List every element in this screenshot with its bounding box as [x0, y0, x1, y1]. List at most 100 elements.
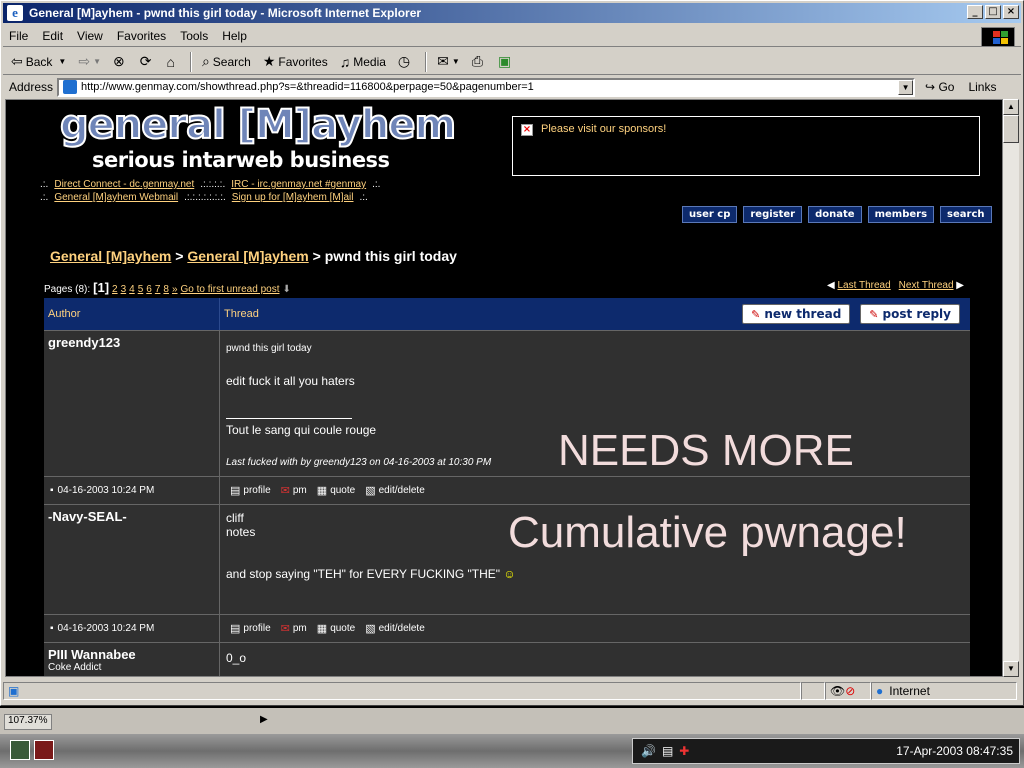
quote-button[interactable]: ▦ quote	[317, 484, 355, 497]
mail-signup-link[interactable]: Sign up for [M]ayhem [M]ail	[232, 191, 354, 204]
home-button[interactable]: ⌂	[166, 54, 177, 70]
page-link[interactable]: 4	[129, 284, 135, 295]
windows-flag-icon	[981, 27, 1015, 47]
edit-icon: ▧	[365, 485, 376, 497]
current-page: [1]	[93, 280, 110, 295]
quote-button[interactable]: ▦ quote	[317, 622, 355, 635]
user-cp-button[interactable]: user cp	[682, 206, 738, 223]
scroll-thumb[interactable]	[1003, 115, 1019, 143]
zoom-level: 107.37%	[4, 714, 52, 730]
pm-icon: ✉	[280, 485, 290, 497]
menu-edit[interactable]: Edit	[42, 29, 63, 43]
register-button[interactable]: register	[743, 206, 803, 223]
quote-icon: ▦	[316, 485, 328, 497]
menu-view[interactable]: View	[77, 29, 103, 43]
profile-button[interactable]: ▤ profile	[230, 484, 271, 497]
page-viewport: general [M]ayhem serious intarweb busine…	[5, 99, 1003, 677]
app-icon[interactable]	[34, 740, 54, 760]
maximize-button[interactable]: □	[985, 5, 1001, 19]
post-footer: ▪ 04-16-2003 10:24 PM ▤ profile ✉ pm ▦ quote…	[44, 476, 970, 504]
profile-icon: ▤	[230, 623, 241, 635]
page-link[interactable]: 6	[146, 284, 152, 295]
address-input[interactable]: http://www.genmay.com/showthread.php?s=&…	[57, 77, 916, 97]
network-icon[interactable]: ▤	[662, 744, 673, 758]
direct-connect-link[interactable]: Direct Connect - dc.genmay.net	[54, 178, 194, 191]
new-thread-button[interactable]: ✎ new thread	[742, 304, 851, 324]
author-name[interactable]: PIII Wannabee	[48, 647, 215, 662]
stop-button[interactable]: ⊗	[113, 53, 128, 70]
address-dropdown-icon[interactable]: ▼	[898, 79, 914, 95]
links-button[interactable]: Links	[968, 80, 996, 94]
donate-button[interactable]: donate	[808, 206, 862, 223]
lite-button[interactable]: ▣	[498, 53, 514, 70]
zoom-play-icon[interactable]: ▶	[260, 714, 268, 725]
post-icon: ▪	[50, 623, 54, 634]
page-link[interactable]: 5	[138, 284, 144, 295]
clock: 17-Apr-2003 08:47:35	[896, 744, 1013, 758]
edit-delete-button[interactable]: ▧ edit/delete	[365, 484, 425, 497]
sponsor-banner[interactable]: × Please visit our sponsors!	[512, 116, 980, 176]
privacy-status[interactable]: 👁 ⊘	[825, 682, 871, 700]
menu-file[interactable]: File	[9, 29, 28, 43]
post-author-cell: -Navy-SEAL-	[44, 505, 220, 614]
print-button[interactable]: ⎙	[472, 53, 486, 70]
page-icon	[63, 80, 78, 94]
scroll-down-icon[interactable]: ▼	[1003, 661, 1019, 677]
media-button[interactable]: ♫ Media	[340, 54, 386, 70]
post-author-cell: greendy123	[44, 331, 220, 476]
vertical-scrollbar[interactable]: ▲ ▼	[1003, 99, 1019, 677]
menu-tools[interactable]: Tools	[180, 29, 208, 43]
home-icon: ⌂	[166, 53, 175, 70]
page-link[interactable]: 2	[112, 284, 118, 295]
last-thread-link[interactable]: Last Thread	[837, 280, 890, 291]
back-dropdown-icon[interactable]: ▼	[58, 57, 66, 66]
volume-icon[interactable]: 🔊	[641, 744, 656, 758]
close-button[interactable]: ×	[1003, 5, 1019, 19]
pm-button[interactable]: ✉ pm	[281, 622, 307, 635]
globe-icon: ●	[876, 684, 884, 698]
edit-delete-button[interactable]: ▧ edit/delete	[365, 622, 425, 635]
thread-header: Author Thread ✎ new thread ✎ post reply	[44, 298, 970, 330]
breadcrumb-home-link[interactable]: General [M]ayhem	[50, 248, 171, 264]
profile-button[interactable]: ▤ profile	[230, 622, 271, 635]
forward-dropdown-icon[interactable]: ▼	[93, 57, 101, 66]
favorites-button[interactable]: ★ Favorites	[263, 53, 328, 70]
stop-icon: ⊗	[113, 53, 125, 69]
members-button[interactable]: members	[867, 206, 935, 223]
page-next-link[interactable]: »	[172, 284, 178, 295]
forward-button[interactable]: ⇨ ▼	[78, 53, 101, 70]
antivirus-icon[interactable]: ✚	[679, 744, 689, 758]
page-link[interactable]: 3	[121, 284, 127, 295]
refresh-button[interactable]: ⟳	[140, 53, 155, 70]
author-name[interactable]: -Navy-SEAL-	[48, 509, 215, 524]
breadcrumb-forum-link[interactable]: General [M]ayhem	[187, 248, 308, 264]
down-arrow-icon: ⬇	[282, 284, 291, 295]
mail-button[interactable]: ✉ ▼	[437, 53, 460, 70]
go-button[interactable]: ↪ Go	[925, 80, 954, 94]
page-link[interactable]: 7	[155, 284, 161, 295]
site-logo[interactable]: general [M]ayhem	[59, 101, 457, 149]
post-reply-button[interactable]: ✎ post reply	[860, 304, 960, 324]
irc-link[interactable]: IRC - irc.genmay.net #genmay	[231, 178, 366, 191]
back-button[interactable]: ⇦ Back ▼	[11, 53, 66, 70]
post-icon: ▪	[50, 485, 54, 496]
history-button[interactable]: ◷	[398, 53, 413, 70]
webmail-link[interactable]: General [M]ayhem Webmail	[54, 191, 178, 204]
author-name[interactable]: greendy123	[48, 335, 215, 350]
menu-help[interactable]: Help	[222, 29, 247, 43]
toolbar-separator	[425, 51, 428, 72]
history-icon: ◷	[397, 53, 411, 69]
menu-favorites[interactable]: Favorites	[117, 29, 166, 43]
first-unread-link[interactable]: Go to first unread post	[181, 284, 280, 295]
pm-icon: ✉	[280, 623, 290, 635]
viewer-zoom-bar: 107.37% ▶	[0, 708, 1024, 734]
pm-button[interactable]: ✉ pm	[281, 484, 307, 497]
next-thread-link[interactable]: Next Thread	[899, 280, 954, 291]
search-button[interactable]: ⌕ Search	[202, 53, 251, 70]
search-forum-button[interactable]: search	[940, 206, 992, 223]
post-date: ▪ 04-16-2003 10:24 PM	[44, 615, 220, 642]
scroll-up-icon[interactable]: ▲	[1003, 99, 1019, 115]
minimize-button[interactable]: _	[967, 5, 983, 19]
start-icon[interactable]	[10, 740, 30, 760]
page-link[interactable]: 8	[163, 284, 169, 295]
